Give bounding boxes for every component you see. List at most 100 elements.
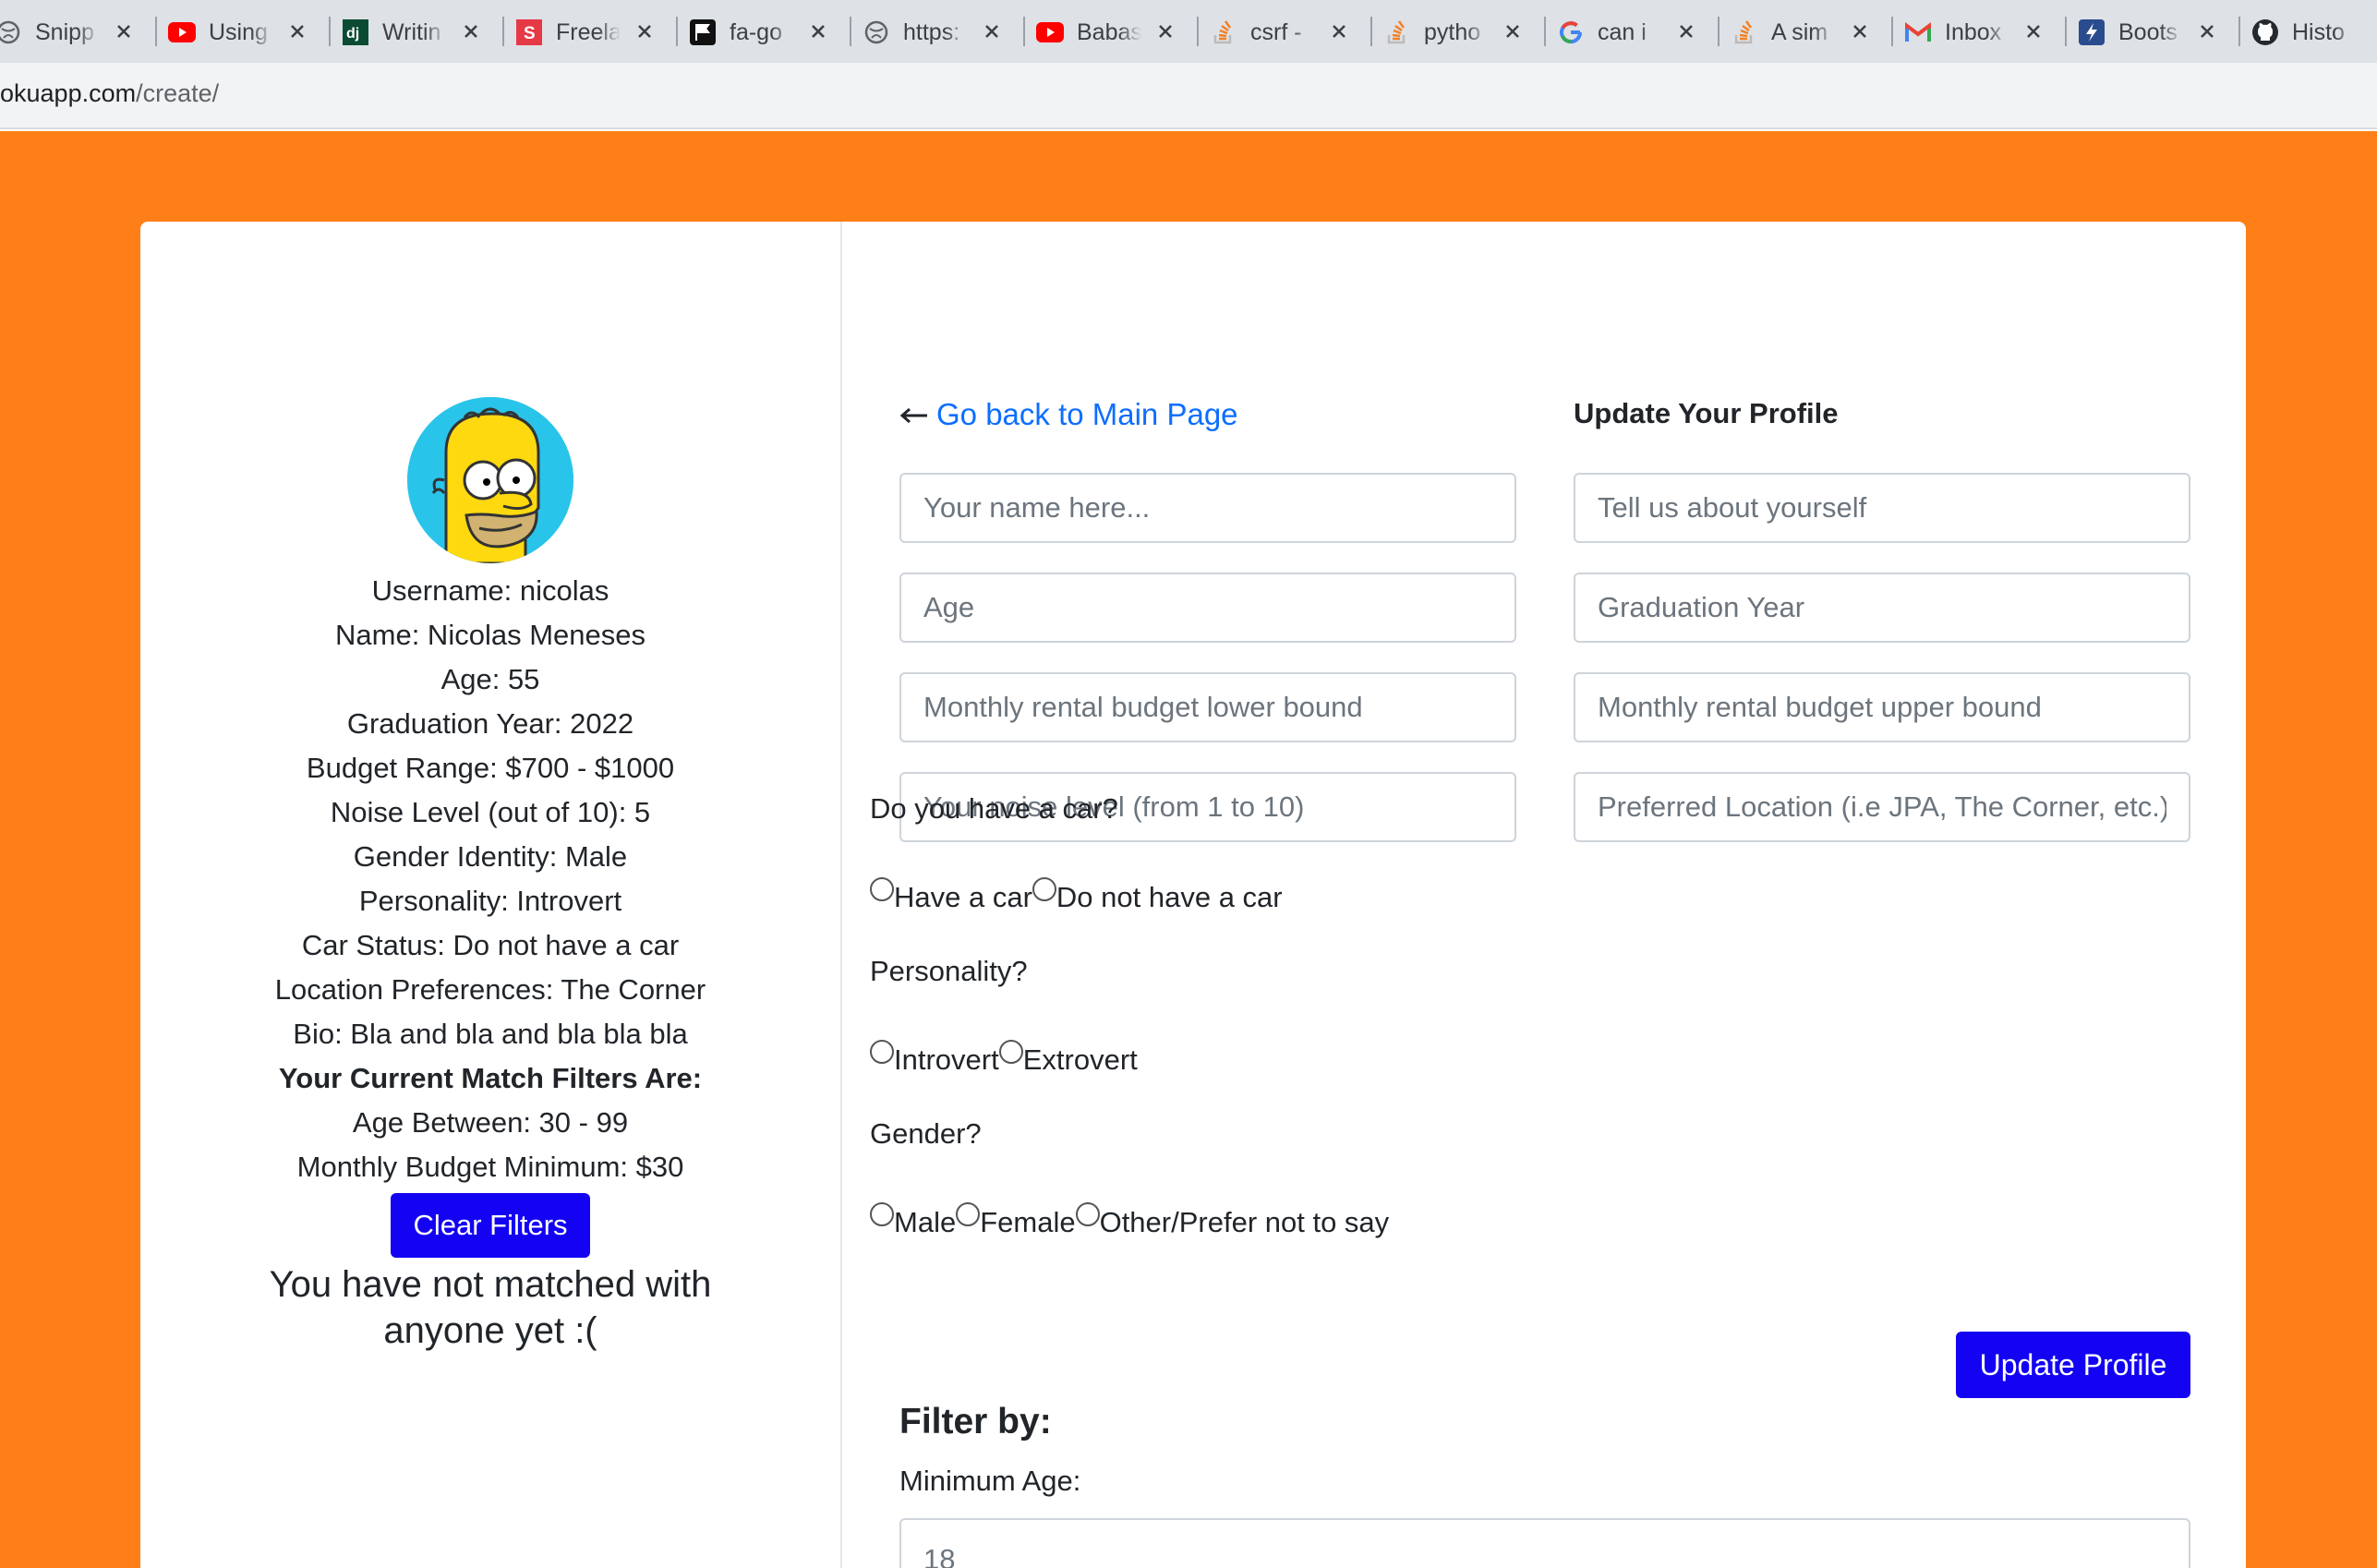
- update-profile-button[interactable]: Update Profile: [1956, 1332, 2190, 1398]
- close-icon[interactable]: [2021, 18, 2046, 44]
- close-icon[interactable]: [458, 18, 484, 44]
- clear-filters-button[interactable]: Clear Filters: [391, 1193, 590, 1258]
- personality-radio-group: Introvert Extrovert: [870, 1040, 1138, 1077]
- filter-budget-minimum: Monthly Budget Minimum: $30: [296, 1151, 684, 1183]
- bio-input[interactable]: [1574, 473, 2190, 543]
- profile-name: Name: Nicolas Meneses: [335, 619, 646, 651]
- tab-title: csrf -: [1250, 18, 1302, 45]
- filters-heading: Your Current Match Filters Are:: [278, 1062, 703, 1094]
- close-icon[interactable]: [1326, 18, 1352, 44]
- svg-text:S: S: [524, 24, 536, 43]
- browser-tab[interactable]: Histo: [2240, 9, 2377, 55]
- browser-tab[interactable]: Inbox: [1893, 9, 2067, 55]
- male-label[interactable]: Male: [894, 1206, 956, 1239]
- tab-title: Freela: [556, 18, 621, 45]
- budget-upper-input[interactable]: [1574, 672, 2190, 742]
- profile-graduation-year: Graduation Year: 2022: [346, 707, 634, 740]
- browser-tab[interactable]: can i: [1546, 9, 1719, 55]
- google-icon: [1557, 18, 1585, 46]
- tab-title: Babas: [1077, 18, 1141, 45]
- back-to-main-link[interactable]: Go back to Main Page: [899, 397, 1238, 432]
- extrovert-label[interactable]: Extrovert: [1023, 1043, 1138, 1077]
- tab-title: Using: [209, 18, 268, 45]
- have-car-radio[interactable]: [870, 877, 894, 901]
- back-link-text[interactable]: Go back to Main Page: [936, 397, 1238, 432]
- globe-icon: [863, 18, 890, 46]
- browser-tab[interactable]: Babas: [1025, 9, 1199, 55]
- browser-tab[interactable]: dj Writin: [331, 9, 504, 55]
- tab-title: A sim: [1771, 18, 1828, 45]
- browser-tab[interactable]: S Freela: [504, 9, 678, 55]
- s-brand-icon: S: [515, 18, 543, 46]
- close-icon[interactable]: [284, 18, 310, 44]
- male-radio[interactable]: [870, 1202, 894, 1226]
- browser-tab[interactable]: https:: [851, 9, 1025, 55]
- close-icon[interactable]: [2194, 18, 2220, 44]
- browser-tab[interactable]: fa-go: [678, 9, 851, 55]
- django-icon: dj: [342, 18, 369, 46]
- profile-car-status: Car Status: Do not have a car: [301, 929, 680, 961]
- minimum-age-input[interactable]: [899, 1518, 2190, 1568]
- tab-title: pytho: [1424, 18, 1481, 45]
- svg-text:dj: dj: [346, 26, 359, 42]
- tab-title: fa-go: [730, 18, 782, 45]
- main-card: Username: nicolas Name: Nicolas Meneses …: [140, 222, 2246, 1568]
- close-icon[interactable]: [1152, 18, 1178, 44]
- personality-question: Personality?: [870, 955, 1028, 987]
- introvert-label[interactable]: Introvert: [894, 1043, 999, 1077]
- no-car-label[interactable]: Do not have a car: [1056, 881, 1283, 914]
- female-radio[interactable]: [956, 1202, 981, 1226]
- youtube-icon: [168, 18, 196, 46]
- close-icon[interactable]: [1500, 18, 1526, 44]
- browser-tab[interactable]: A sim: [1719, 9, 1893, 55]
- browser-tab[interactable]: Using: [157, 9, 331, 55]
- no-match-message: You have not matched with anyone yet :(: [140, 1261, 840, 1354]
- flag-icon: [689, 18, 717, 46]
- globe-icon: [0, 18, 22, 46]
- close-icon[interactable]: [632, 18, 658, 44]
- name-input[interactable]: [899, 473, 1516, 543]
- github-icon: [2251, 18, 2279, 46]
- tab-title: Boots: [2118, 18, 2178, 45]
- url-text[interactable]: okuapp.com/create/: [0, 79, 219, 108]
- profile-gender: Gender Identity: Male: [353, 840, 628, 873]
- budget-lower-input[interactable]: [899, 672, 1516, 742]
- no-car-radio[interactable]: [1032, 877, 1056, 901]
- car-radio-group: Have a car Do not have a car: [870, 877, 1283, 914]
- female-label[interactable]: Female: [980, 1206, 1075, 1239]
- close-icon[interactable]: [979, 18, 1005, 44]
- no-match-line: You have not matched with: [269, 1264, 712, 1305]
- location-input[interactable]: [1574, 772, 2190, 842]
- column-divider: [840, 222, 842, 1568]
- other-gender-label[interactable]: Other/Prefer not to say: [1100, 1206, 1390, 1239]
- form-title: Update Your Profile: [1574, 397, 1839, 429]
- introvert-radio[interactable]: [870, 1040, 894, 1064]
- graduation-year-input[interactable]: [1574, 573, 2190, 643]
- homer-simpson-avatar: [407, 397, 573, 563]
- car-question: Do you have a car?: [870, 792, 1118, 825]
- profile-panel: Username: nicolas Name: Nicolas Meneses …: [140, 397, 840, 1354]
- browser-tab[interactable]: Boots: [2067, 9, 2240, 55]
- gender-radio-group: Male Female Other/Prefer not to say: [870, 1202, 1390, 1239]
- age-input[interactable]: [899, 573, 1516, 643]
- stackoverflow-icon: [1210, 18, 1237, 46]
- browser-tab[interactable]: pytho: [1372, 9, 1546, 55]
- tab-title: https:: [903, 18, 960, 45]
- stackoverflow-icon: [1731, 18, 1758, 46]
- close-icon[interactable]: [805, 18, 831, 44]
- close-icon[interactable]: [111, 18, 137, 44]
- other-gender-radio[interactable]: [1075, 1202, 1100, 1226]
- no-match-line: anyone yet :(: [383, 1310, 597, 1351]
- close-icon[interactable]: [1847, 18, 1873, 44]
- url-host: okuapp.com: [0, 79, 137, 107]
- browser-tab[interactable]: Snipp: [0, 9, 157, 55]
- profile-personality: Personality: Introvert: [358, 885, 622, 917]
- filter-title: Filter by:: [899, 1402, 1052, 1441]
- address-bar[interactable]: okuapp.com/create/: [0, 63, 2377, 129]
- extrovert-radio[interactable]: [998, 1040, 1023, 1064]
- browser-tab-strip: Snipp Using dj Writin S Freela fa-go htt…: [0, 0, 2377, 63]
- filter-age-range: Age Between: 30 - 99: [352, 1106, 629, 1139]
- close-icon[interactable]: [1673, 18, 1699, 44]
- have-car-label[interactable]: Have a car: [894, 881, 1032, 914]
- browser-tab[interactable]: csrf -: [1199, 9, 1372, 55]
